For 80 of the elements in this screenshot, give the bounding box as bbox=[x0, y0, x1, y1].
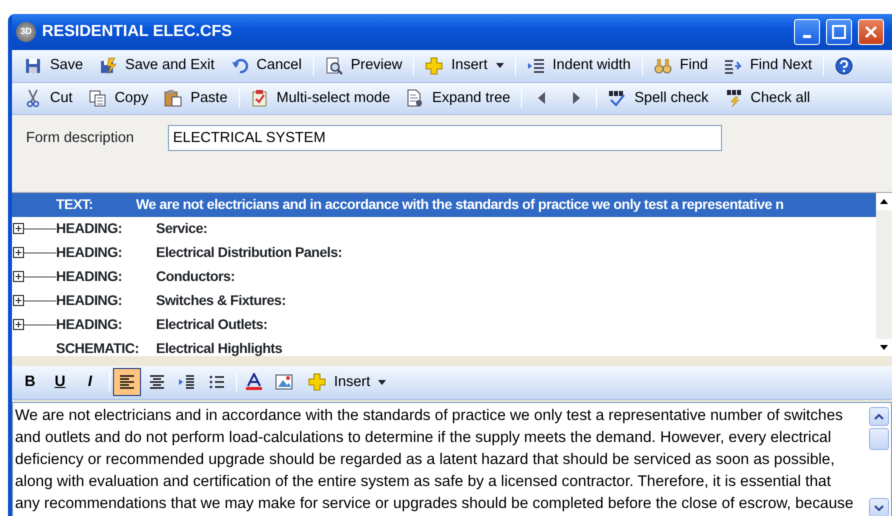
scissors-icon bbox=[24, 89, 42, 108]
toolbar-button[interactable]: Find Next bbox=[716, 54, 820, 78]
toolbar-button[interactable]: Paste bbox=[156, 86, 236, 110]
document-icon bbox=[406, 89, 424, 108]
node-type: TEXT: bbox=[56, 195, 94, 214]
undo-icon bbox=[230, 56, 249, 75]
close-button[interactable] bbox=[858, 19, 884, 45]
maximize-button[interactable] bbox=[826, 19, 852, 45]
toolbar-button[interactable]: Preview bbox=[316, 54, 410, 78]
tree-row[interactable]: HEADING: Switches & Fixtures: bbox=[12, 288, 876, 313]
caret-icon bbox=[378, 380, 386, 385]
insert-dropdown[interactable]: Insert bbox=[300, 370, 394, 394]
tree-line bbox=[24, 228, 56, 230]
toolbar-button[interactable]: Expand tree bbox=[398, 86, 518, 110]
checklist-icon bbox=[250, 89, 269, 108]
minimize-button[interactable] bbox=[794, 19, 820, 45]
expand-icon[interactable] bbox=[13, 271, 24, 282]
node-text: Electrical Outlets: bbox=[156, 315, 268, 334]
minimize-icon bbox=[803, 34, 811, 38]
tree-line bbox=[24, 252, 56, 254]
format-button[interactable]: I bbox=[76, 368, 104, 396]
copy-icon bbox=[88, 89, 107, 108]
node-type: HEADING: bbox=[56, 267, 124, 286]
caret-icon bbox=[496, 63, 504, 68]
node-text: Electrical Distribution Panels: bbox=[156, 243, 342, 262]
toolbar-button[interactable]: Check all bbox=[716, 86, 818, 110]
node-text: We are not electricians and in accordance with the standards of practice we only test a representative n bbox=[136, 195, 784, 214]
field-label: Form description bbox=[26, 129, 134, 148]
up-arrow-icon[interactable] bbox=[880, 198, 888, 204]
toolbar-button[interactable]: Copy bbox=[80, 86, 156, 110]
node-type: HEADING: bbox=[56, 243, 124, 262]
indent-icon bbox=[526, 56, 545, 75]
clipboard-icon bbox=[164, 89, 182, 108]
tree-row[interactable]: HEADING: Conductors: bbox=[12, 264, 876, 289]
node-text: Service: bbox=[156, 219, 208, 238]
toolbar-button[interactable]: Save bbox=[16, 54, 92, 78]
plus-icon bbox=[308, 373, 326, 392]
node-type: HEADING: bbox=[56, 291, 124, 310]
expand-icon[interactable] bbox=[13, 247, 24, 258]
maximize-icon bbox=[832, 25, 846, 39]
floppy-icon bbox=[24, 56, 42, 75]
node-type: HEADING: bbox=[56, 219, 124, 238]
toolbar-button[interactable]: Find bbox=[646, 54, 716, 78]
format-button[interactable]: U bbox=[46, 368, 74, 396]
expand-icon[interactable] bbox=[13, 319, 24, 330]
scroll-thumb[interactable] bbox=[869, 428, 889, 450]
tree-row[interactable]: HEADING: Electrical Distribution Panels: bbox=[12, 240, 876, 265]
down-arrow-icon[interactable] bbox=[880, 344, 888, 350]
spell-check-icon bbox=[724, 89, 743, 108]
app-logo: 3D bbox=[16, 22, 36, 42]
binoculars-icon bbox=[654, 56, 672, 75]
toolbar-button[interactable]: Cut bbox=[16, 86, 81, 110]
expand-icon[interactable] bbox=[13, 223, 24, 234]
spell-check-icon bbox=[608, 89, 626, 108]
scrollbar[interactable] bbox=[876, 192, 892, 356]
window-title: RESIDENTIAL ELEC.CFS bbox=[42, 22, 233, 42]
node-text: Switches & Fixtures: bbox=[156, 291, 286, 310]
tree-row[interactable]: HEADING: Service: bbox=[12, 216, 876, 241]
align-left-icon[interactable] bbox=[113, 368, 141, 396]
expand-icon[interactable] bbox=[13, 295, 24, 306]
floppy-icon bbox=[99, 56, 118, 75]
form-description-field[interactable]: ELECTRICAL SYSTEM bbox=[168, 125, 722, 152]
tree-line bbox=[24, 300, 56, 302]
insert-dropdown[interactable]: Insert bbox=[417, 54, 512, 78]
toolbar-button[interactable]: Cancel bbox=[222, 54, 310, 78]
plus-icon bbox=[425, 56, 444, 75]
node-type: HEADING: bbox=[56, 315, 124, 334]
tree-row[interactable]: HEADING: Electrical Outlets: bbox=[12, 312, 876, 337]
toolbar-button[interactable]: Spell check bbox=[600, 86, 717, 110]
format-button[interactable]: B bbox=[16, 368, 44, 396]
toolbar-button[interactable]: Indent width bbox=[518, 54, 639, 78]
node-type: SCHEMATIC: bbox=[56, 339, 140, 356]
tree-row[interactable]: TEXT: We are not electricians and in accordance with the standards of practice we only test a representative n bbox=[12, 192, 876, 217]
toolbar-button[interactable]: Multi-select mode bbox=[242, 86, 398, 110]
magnifier-icon bbox=[324, 56, 343, 75]
node-text: Conductors: bbox=[156, 267, 235, 286]
close-icon bbox=[864, 25, 878, 39]
tree-line bbox=[24, 276, 56, 278]
toolbar-button[interactable]: Save and Exit bbox=[91, 54, 223, 78]
tree-line bbox=[24, 324, 56, 326]
